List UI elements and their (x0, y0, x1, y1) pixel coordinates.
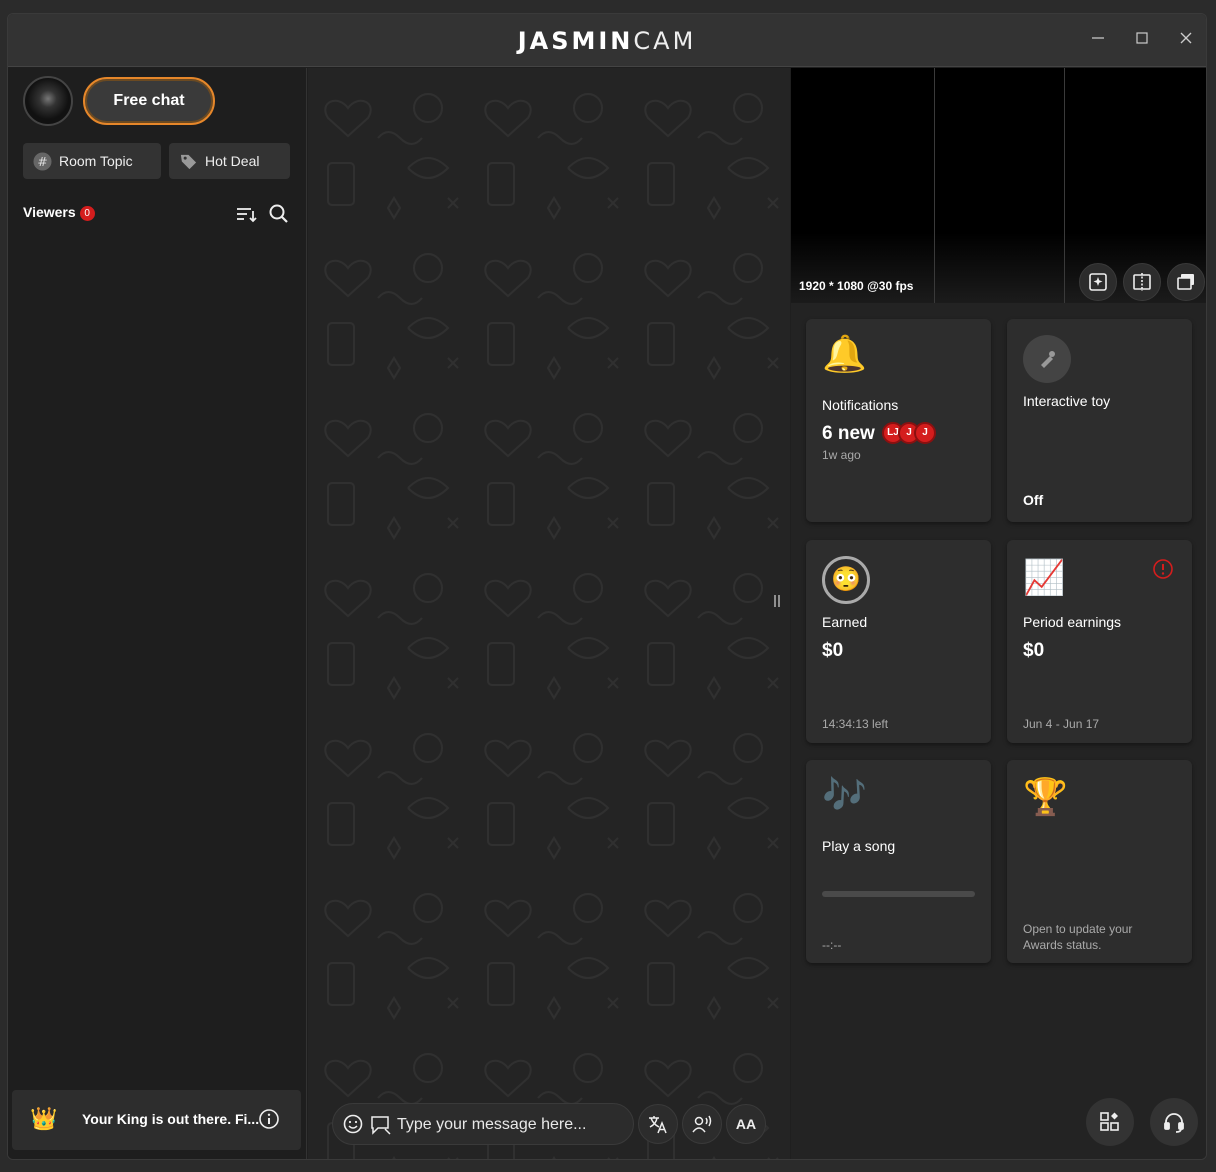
trophy-icon: 🏆 (1023, 776, 1068, 817)
search-icon (269, 204, 288, 223)
right-panel: 1920 * 1080 @30 fps 🔔 Notifications 6 ne… (791, 68, 1206, 1159)
close-button[interactable] (1174, 30, 1198, 52)
split-view-icon (1133, 273, 1151, 291)
resize-handle-icon[interactable] (773, 594, 781, 608)
app-window: JASMINCAM Free chat # Room Topic Hot Dea… (7, 13, 1207, 1160)
crown-icon: 👑 (30, 1106, 58, 1131)
sort-button[interactable] (234, 202, 258, 226)
sort-icon (237, 208, 257, 223)
notifications-time: 1w ago (822, 448, 861, 462)
search-button[interactable] (267, 202, 291, 226)
toy-label: Interactive toy (1023, 393, 1111, 409)
awards-card[interactable]: 🏆 Open to update your Awards status. (1007, 760, 1192, 963)
close-icon (1180, 32, 1192, 44)
period-value: $0 (1023, 640, 1045, 661)
free-chat-button[interactable]: Free chat (83, 77, 215, 125)
trending-arrow-icon: 📈 (1023, 559, 1066, 597)
earned-label: Earned (822, 614, 868, 630)
widgets-button[interactable] (1086, 1098, 1134, 1146)
quick-message-icon[interactable] (370, 1114, 392, 1136)
chat-area: AA (308, 68, 790, 1159)
notifications-count: 6 new (822, 423, 875, 444)
notifications-label: Notifications (822, 397, 899, 413)
headset-icon (1164, 1113, 1184, 1133)
effects-button[interactable] (1079, 263, 1117, 301)
toy-status: Off (1023, 492, 1044, 508)
music-notes-icon: 🎶 (822, 774, 867, 815)
split-view-button[interactable] (1123, 263, 1161, 301)
info-icon[interactable] (258, 1108, 280, 1130)
title-bar: JASMINCAM (8, 14, 1206, 67)
awards-text: Open to update your Awards status. (1023, 922, 1133, 952)
alert-icon[interactable] (1152, 558, 1174, 580)
avatar: J (914, 422, 936, 444)
viewers-count-badge: 0 (79, 206, 95, 221)
earned-value: $0 (822, 640, 844, 661)
support-button[interactable] (1150, 1098, 1198, 1146)
bell-icon: 🔔 (822, 333, 867, 374)
hash-icon: # (33, 152, 52, 171)
play-song-card[interactable]: 🎶 Play a song --:-- (806, 760, 991, 963)
translate-icon (649, 1116, 667, 1134)
face-icon: 😳 (822, 556, 870, 604)
toy-icon (1023, 335, 1071, 383)
minimize-icon (1092, 37, 1104, 39)
period-label: Period earnings (1023, 614, 1122, 630)
room-topic-label: Room Topic (59, 153, 133, 169)
chat-background-pattern (308, 68, 790, 1159)
maximize-button[interactable] (1130, 30, 1154, 52)
font-size-button[interactable]: AA (726, 1104, 766, 1144)
king-banner[interactable]: 👑 Your King is out there. Fi... (12, 1090, 301, 1150)
app-logo: JASMINCAM (517, 27, 697, 55)
hot-deal-button[interactable]: Hot Deal (169, 143, 290, 179)
translate-button[interactable] (638, 1104, 678, 1144)
earned-time-left: 14:34:13 left (822, 717, 889, 731)
viewers-label: Viewers (23, 204, 76, 220)
speaking-user-icon (692, 1115, 712, 1133)
left-sidebar: Free chat # Room Topic Hot Deal Viewers 0… (8, 68, 307, 1159)
period-earnings-card[interactable]: 📈 Period earnings $0 Jun 4 - Jun 17 (1007, 540, 1192, 743)
hot-deal-label: Hot Deal (205, 153, 260, 169)
room-topic-button[interactable]: # Room Topic (23, 143, 161, 179)
song-progress-bar (822, 891, 975, 897)
notifications-card[interactable]: 🔔 Notifications 6 new LJ J J 1w ago (806, 319, 991, 522)
popout-window-icon (1177, 274, 1194, 290)
maximize-icon (1136, 32, 1148, 44)
add-widget-icon (1100, 1112, 1119, 1131)
svg-text:#: # (37, 155, 47, 169)
minimize-button[interactable] (1086, 30, 1110, 52)
message-input[interactable] (397, 1113, 627, 1137)
grid-divider (934, 68, 935, 303)
song-label: Play a song (822, 838, 896, 854)
avatar[interactable] (23, 76, 73, 126)
emoji-icon[interactable] (343, 1114, 363, 1134)
king-text: Your King is out there. Fi... (82, 1111, 260, 1127)
song-time: --:-- (822, 938, 842, 952)
notification-avatars: LJ J J (882, 422, 936, 444)
message-composer (332, 1103, 634, 1145)
period-range: Jun 4 - Jun 17 (1023, 717, 1100, 731)
popout-button[interactable] (1167, 263, 1205, 301)
viewers-header: Viewers 0 (23, 204, 95, 221)
voice-button[interactable] (682, 1104, 722, 1144)
video-preview: 1920 * 1080 @30 fps (791, 68, 1206, 303)
interactive-toy-card[interactable]: Interactive toy Off (1007, 319, 1192, 522)
video-resolution: 1920 * 1080 @30 fps (799, 279, 914, 293)
earned-card[interactable]: 😳 Earned $0 14:34:13 left (806, 540, 991, 743)
grid-divider (1064, 68, 1065, 303)
tag-icon (180, 154, 197, 170)
sparkle-frame-icon (1089, 273, 1107, 291)
